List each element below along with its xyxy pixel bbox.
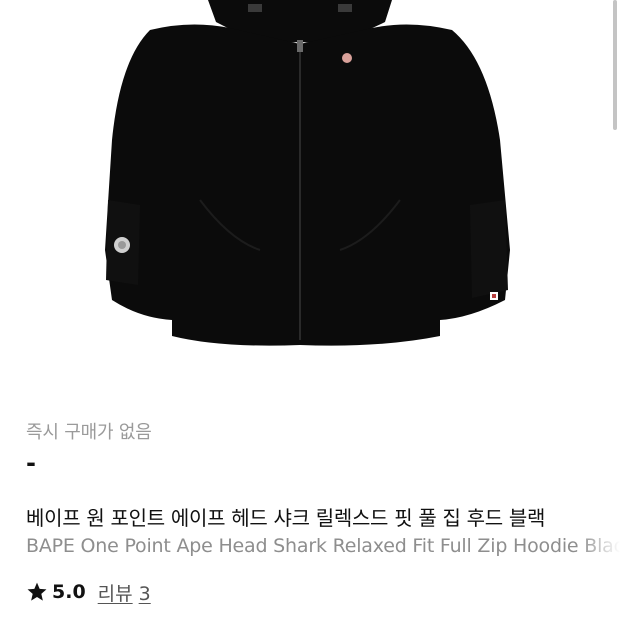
star-icon <box>26 581 48 603</box>
rating-value: 5.0 <box>52 581 86 603</box>
product-title-korean[interactable]: 베이프 원 포인트 에이프 헤드 샤크 릴렉스드 핏 풀 집 후드 블랙 <box>26 502 620 531</box>
product-image[interactable] <box>0 0 620 385</box>
scrollbar[interactable] <box>613 0 617 130</box>
product-title-english[interactable]: BAPE One Point Ape Head Shark Relaxed Fi… <box>26 535 620 557</box>
rating-row: 5.0 리뷰 3 <box>26 578 157 606</box>
review-count: 3 <box>138 582 151 605</box>
instant-buy-status: 즉시 구매가 없음 <box>26 422 152 443</box>
hoodie-illustration <box>105 0 510 346</box>
text-fade-overlay <box>580 500 620 560</box>
price: - <box>26 449 36 477</box>
review-label: 리뷰 <box>97 582 133 605</box>
review-link[interactable]: 리뷰 3 <box>98 579 157 606</box>
